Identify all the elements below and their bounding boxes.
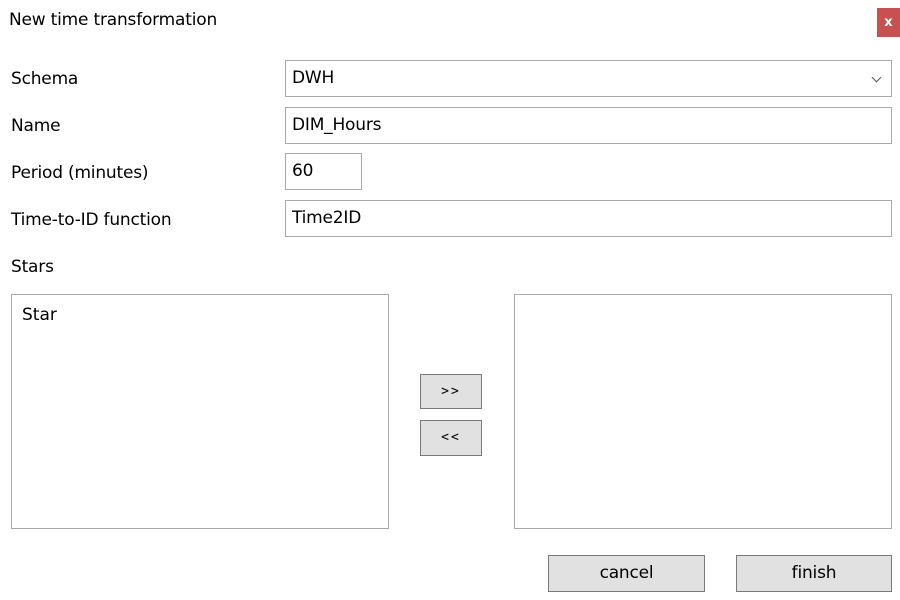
schema-label: Schema [11,69,79,89]
schema-select[interactable]: DWH [285,60,892,97]
selected-stars-list[interactable] [514,294,892,529]
name-input[interactable]: DIM_Hours [285,107,892,144]
time-to-id-input[interactable]: Time2ID [285,200,892,237]
available-stars-list[interactable]: Star [11,294,389,529]
name-label: Name [11,116,61,136]
time-to-id-label: Time-to-ID function [11,210,172,230]
remove-star-button[interactable]: << [420,420,482,456]
close-button[interactable]: x [877,8,900,37]
dialog-title: New time transformation [9,10,218,30]
stars-label: Stars [11,257,54,277]
cancel-button[interactable]: cancel [548,555,705,592]
name-input-value: DIM_Hours [292,115,382,135]
time-to-id-input-value: Time2ID [292,208,362,228]
chevron-down-icon [871,72,882,83]
period-label: Period (minutes) [11,163,149,183]
finish-button[interactable]: finish [736,555,892,592]
close-icon: x [884,15,893,30]
add-star-button[interactable]: >> [420,374,482,409]
period-input-value: 60 [292,161,314,181]
list-item[interactable]: Star [22,304,57,326]
new-time-transformation-dialog: New time transformation x Schema DWH Nam… [0,0,900,600]
period-input[interactable]: 60 [285,153,362,190]
schema-select-value: DWH [292,68,335,88]
